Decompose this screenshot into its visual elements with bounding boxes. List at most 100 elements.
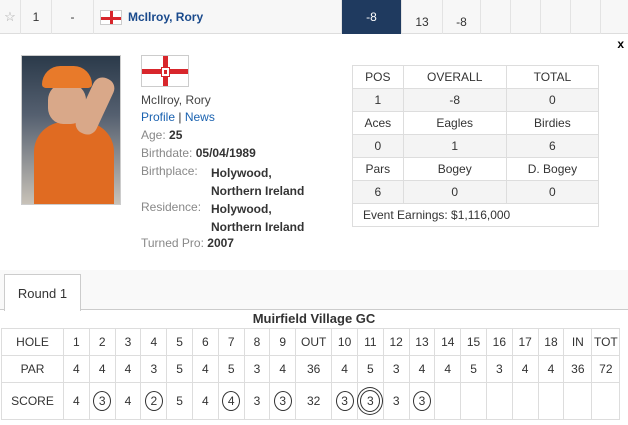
score-cell: 5 [166, 382, 193, 420]
hole-cell: OUT [295, 328, 333, 356]
par-cell: 4 [434, 355, 462, 383]
round-tab-bar: Round 1 [0, 270, 628, 311]
thru-cell: 13 [401, 0, 442, 34]
stat-value: 1 [352, 88, 404, 112]
hole-cell: 13 [408, 328, 436, 356]
score-cell [591, 382, 621, 420]
today-cell: -8 [442, 0, 480, 34]
stat-header: POS [352, 65, 404, 89]
score-label: SCORE [1, 382, 64, 420]
par-cell: 5 [460, 355, 487, 383]
score-cell: 3 [408, 382, 436, 420]
leaderboard-row[interactable]: ☆ 1 - McIlroy, Rory -8 13 -8 [0, 0, 628, 34]
player-cell[interactable]: McIlroy, Rory [93, 0, 341, 34]
hole-cell: 7 [217, 328, 245, 356]
par-cell: 36 [563, 355, 593, 383]
par-cell: 72 [591, 355, 621, 383]
stat-value: 6 [505, 134, 600, 158]
score-cell: 4 [191, 382, 219, 420]
empty-cell [570, 0, 600, 34]
player-photo [21, 55, 121, 205]
par-cell: 4 [63, 355, 90, 383]
score-cell: 4 [114, 382, 142, 420]
score-cell [537, 382, 565, 420]
par-cell: 5 [356, 355, 384, 383]
score-cell: 3 [88, 382, 116, 420]
par-cell: 4 [269, 355, 297, 383]
hole-cell: 2 [88, 328, 116, 356]
northern-ireland-flag-icon [100, 9, 122, 25]
birdie-score-mark: 3 [335, 391, 354, 411]
empty-cell [600, 0, 628, 34]
stat-header: Bogey [402, 157, 507, 181]
country-flag [141, 55, 189, 90]
par-cell: 3 [485, 355, 513, 383]
empty-cell [540, 0, 570, 34]
score-cell [485, 382, 513, 420]
turned-pro-value: 2007 [207, 236, 234, 250]
favorite-star-icon[interactable]: ☆ [0, 0, 20, 34]
stat-header: TOTAL [505, 65, 600, 89]
birdie-score-mark: 3 [93, 391, 112, 411]
stat-value: 1 [402, 134, 507, 158]
birthdate-value: 05/04/1989 [195, 146, 256, 160]
hole-cell: 1 [63, 328, 90, 356]
stat-header: OVERALL [402, 65, 507, 89]
close-button[interactable]: x [617, 37, 624, 51]
event-earnings: Event Earnings: $1,116,000 [352, 203, 599, 227]
par-cell: 5 [166, 355, 193, 383]
profile-link[interactable]: Profile [141, 110, 175, 124]
par-cell: 4 [331, 355, 358, 383]
stat-value: 0 [505, 88, 600, 112]
hole-label: HOLE [1, 328, 64, 356]
age-value: 25 [169, 128, 183, 142]
scorecard-table: HOLE 1 2 3 4 5 6 7 8 9 OUT 10 11 12 13 14 15 16 17 18 IN TOT… [1, 328, 621, 420]
player-name-link[interactable]: McIlroy, Rory [128, 10, 203, 24]
residence-line1: Holywood, [211, 202, 272, 216]
empty-cell [510, 0, 540, 34]
hole-cell: TOT [591, 328, 621, 356]
age-label: Age: [141, 128, 166, 142]
par-cell: 4 [537, 355, 565, 383]
score-cell: 3 [382, 382, 410, 420]
score-cell: 4 [63, 382, 90, 420]
par-cell: 3 [140, 355, 168, 383]
par-label: PAR [1, 355, 64, 383]
player-birthdate: Birthdate: 05/04/1989 [141, 146, 256, 160]
link-separator: | [178, 110, 182, 124]
stat-value: 0 [352, 134, 404, 158]
birdie-score-mark: 3 [412, 391, 431, 411]
score-cell [563, 382, 593, 420]
hole-cell: 6 [191, 328, 219, 356]
hole-cell: 16 [485, 328, 513, 356]
par-cell: 4 [191, 355, 219, 383]
to-par-cell: -8 [341, 0, 401, 34]
hole-cell: 15 [460, 328, 487, 356]
score-cell: 32 [295, 382, 333, 420]
hole-cell: 11 [356, 328, 384, 356]
empty-cell [480, 0, 510, 34]
stat-value: 0 [402, 180, 507, 204]
par-cell: 3 [382, 355, 410, 383]
residence-label: Residence: [141, 200, 202, 214]
tab-round-1[interactable]: Round 1 [4, 274, 81, 311]
birthdate-label: Birthdate: [141, 146, 193, 160]
birdie-score-mark: 3 [273, 391, 292, 411]
par-cell: 36 [295, 355, 333, 383]
hole-cell: 3 [114, 328, 142, 356]
score-cell [460, 382, 487, 420]
score-cell: 3 [269, 382, 297, 420]
news-link[interactable]: News [185, 110, 215, 124]
stat-value: -8 [402, 88, 507, 112]
player-age: Age: 25 [141, 128, 182, 142]
course-name: Muirfield Village GC [252, 311, 376, 326]
birthplace-label: Birthplace: [141, 164, 198, 178]
score-cell [434, 382, 462, 420]
hole-cell: 12 [382, 328, 410, 356]
player-links: Profile | News [141, 110, 215, 124]
stat-value: 0 [505, 180, 600, 204]
player-full-name: McIlroy, Rory [141, 93, 211, 107]
stat-value: 6 [352, 180, 404, 204]
score-cell: 3 [356, 382, 384, 420]
player-stats-table: POS OVERALL TOTAL 1 -8 0 Aces Eagles Bir… [352, 65, 600, 227]
